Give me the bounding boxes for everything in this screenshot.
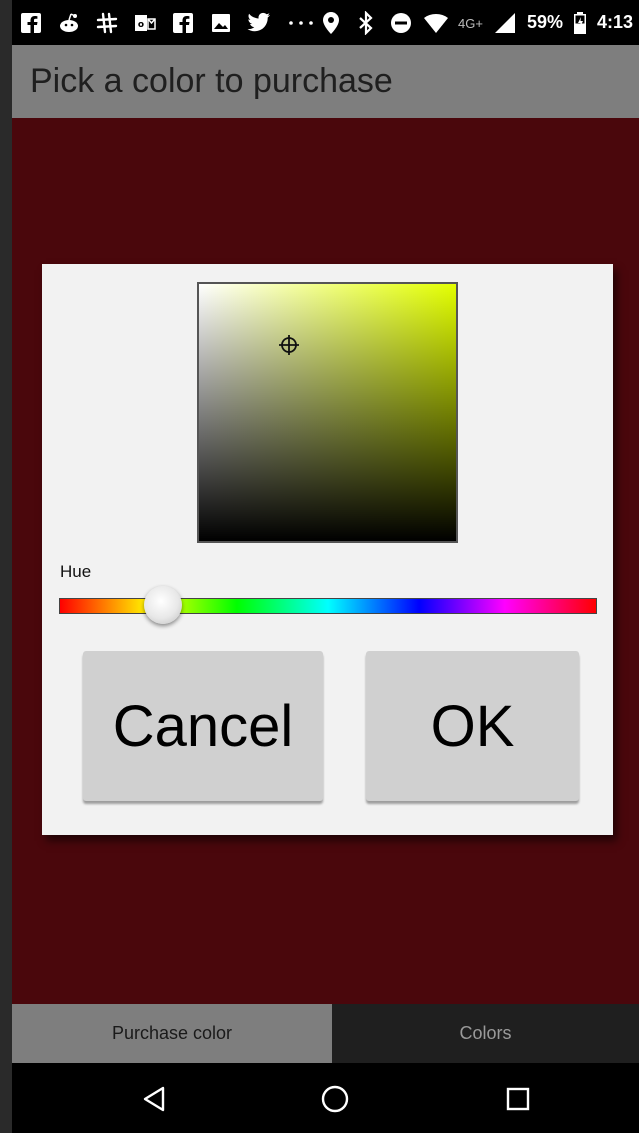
battery-percent: 59% [526, 12, 563, 32]
tab-purchase-color[interactable]: Purchase color [12, 1004, 332, 1063]
navigation-bar [12, 1063, 639, 1133]
recents-icon[interactable] [495, 1076, 541, 1122]
svg-text:o: o [138, 20, 144, 30]
cancel-button[interactable]: Cancel [83, 651, 323, 801]
home-icon[interactable] [312, 1076, 358, 1122]
status-bar: o 4G+ 59% 4:13 [12, 0, 639, 45]
location-icon [318, 10, 344, 36]
facebook-icon [18, 10, 44, 36]
reddit-icon [56, 10, 82, 36]
bottom-tabs: Purchase color Colors [12, 1004, 639, 1063]
facebook-icon [170, 10, 196, 36]
page-title: Pick a color to purchase [30, 62, 393, 100]
image-icon [208, 10, 234, 36]
network-type: 4G+ [458, 15, 483, 31]
color-picker-dialog: Hue Cancel OK [42, 264, 613, 835]
hue-slider-thumb[interactable] [144, 586, 182, 624]
signal-icon [492, 10, 518, 36]
tab-colors[interactable]: Colors [332, 1004, 639, 1063]
battery-icon [572, 10, 588, 36]
crosshair-icon[interactable] [278, 334, 300, 356]
more-icon [284, 10, 318, 36]
do-not-disturb-icon [388, 10, 414, 36]
hue-label: Hue [60, 562, 92, 581]
saturation-value-picker[interactable] [197, 282, 458, 543]
ok-button[interactable]: OK [366, 651, 579, 801]
wifi-icon [423, 10, 449, 36]
app-screen: o 4G+ 59% 4:13 Pick a color to purchase … [12, 0, 639, 1133]
bluetooth-icon [353, 10, 379, 36]
back-icon[interactable] [131, 1076, 177, 1122]
hue-slider-track[interactable] [59, 598, 597, 614]
title-bar: Pick a color to purchase [12, 45, 639, 118]
slack-icon [94, 10, 120, 36]
clock: 4:13 [596, 12, 633, 32]
outlook-icon: o [132, 10, 158, 36]
twitter-icon [246, 10, 272, 36]
